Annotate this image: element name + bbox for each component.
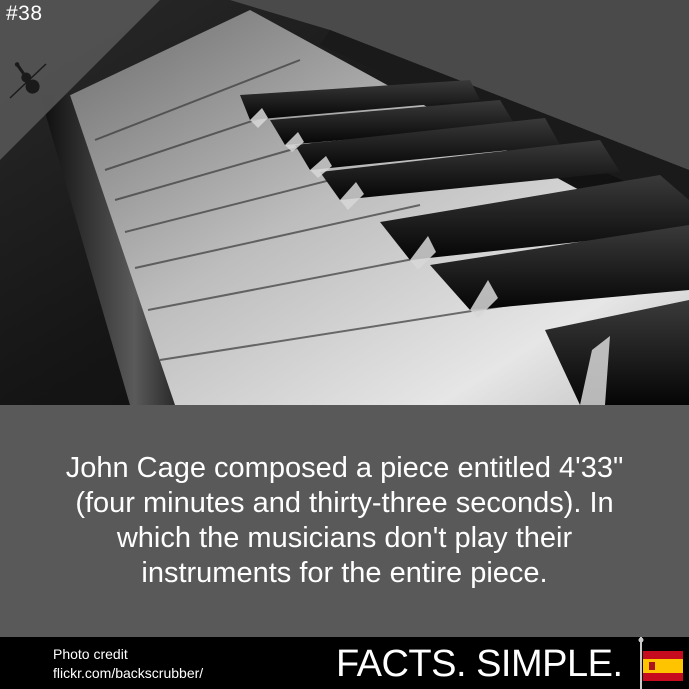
fact-text: John Cage composed a piece entitled 4'33… (65, 452, 624, 589)
post-number: #38 (6, 2, 43, 25)
corner-badge: #38 (0, 0, 160, 160)
brand-logo-text: FACTS. SIMPLE. (336, 643, 623, 685)
photo-credit-source: flickr.com/backscrubber/ (53, 665, 204, 681)
violin-icon (9, 62, 47, 99)
photo-credit: Photo credit flickr.com/backscrubber/ (53, 645, 203, 683)
spain-flag-icon (638, 637, 683, 689)
fact-panel: John Cage composed a piece entitled 4'33… (0, 405, 689, 637)
photo-credit-label: Photo credit (53, 646, 128, 662)
footer-bar: Photo credit flickr.com/backscrubber/ FA… (0, 637, 689, 689)
